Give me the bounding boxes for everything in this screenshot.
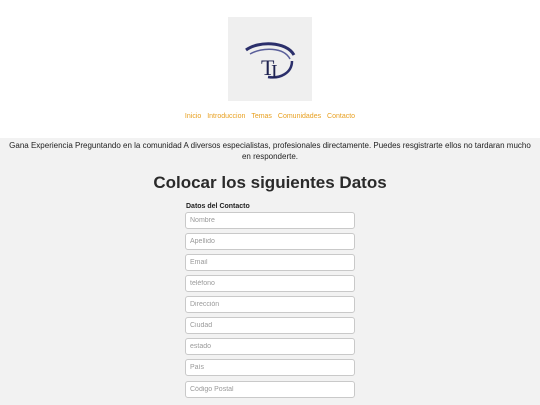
- form-title: Colocar los siguientes Datos: [153, 173, 387, 192]
- nombre-field[interactable]: [185, 212, 355, 229]
- estado-field[interactable]: [185, 338, 355, 355]
- pais-field[interactable]: [185, 359, 355, 376]
- ti-logo-icon: T I: [245, 42, 296, 83]
- contact-section-label: Datos del Contacto: [186, 203, 250, 210]
- nav-link-introduccion[interactable]: Introduccion: [207, 113, 245, 120]
- email-field[interactable]: [185, 254, 355, 271]
- main-nav: Inicio Introduccion Temas Comunidades Co…: [0, 112, 540, 122]
- header-band: T I Inicio Introduccion Temas Comunidade…: [0, 0, 540, 138]
- nav-link-temas[interactable]: Temas: [251, 113, 272, 120]
- nav-link-contacto[interactable]: Contacto: [327, 113, 355, 120]
- logo[interactable]: T I: [228, 17, 312, 101]
- direccion-field[interactable]: [185, 296, 355, 313]
- svg-text:I: I: [271, 61, 278, 83]
- nav-link-comunidades[interactable]: Comunidades: [278, 113, 321, 120]
- telefono-field[interactable]: [185, 275, 355, 292]
- apellido-field[interactable]: [185, 233, 355, 250]
- ciudad-field[interactable]: [185, 317, 355, 334]
- nav-link-inicio[interactable]: Inicio: [185, 113, 201, 120]
- codigo-postal-field[interactable]: [185, 381, 355, 398]
- intro-text: Gana Experiencia Preguntando en la comun…: [9, 141, 531, 161]
